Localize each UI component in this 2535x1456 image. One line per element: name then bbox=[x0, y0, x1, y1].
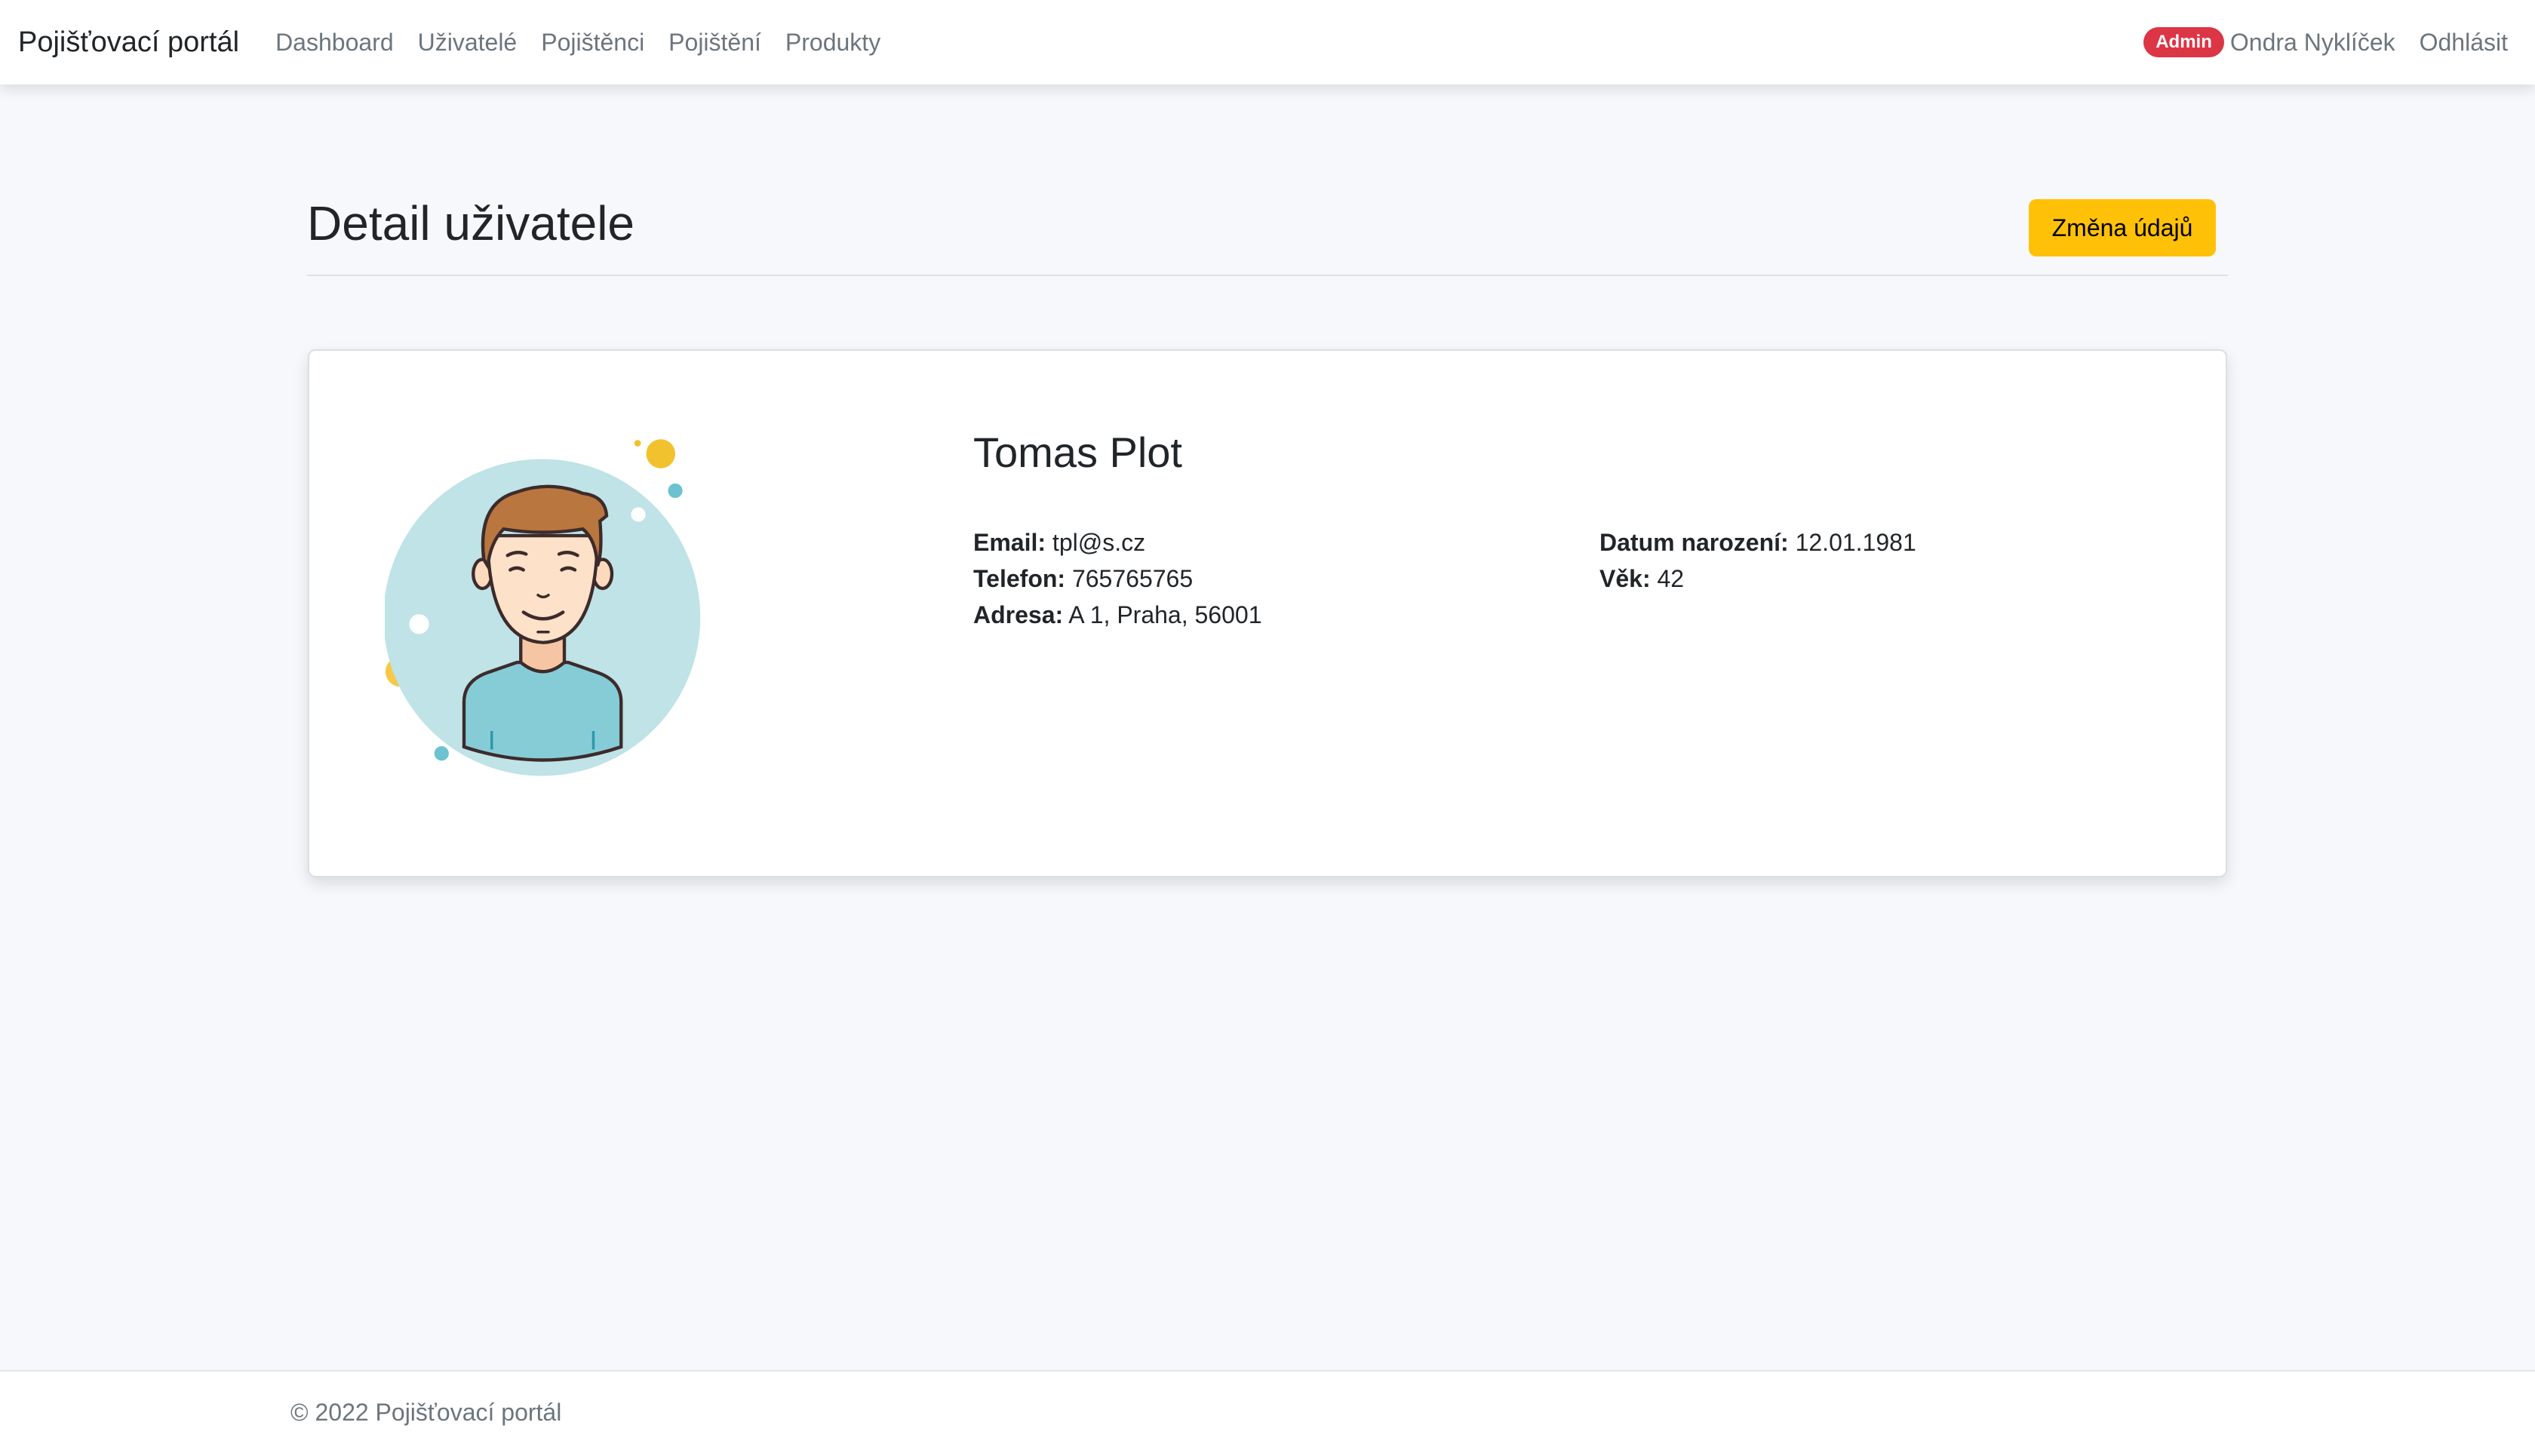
phone-value: 765765765 bbox=[1071, 565, 1194, 592]
phone-label: Telefon: bbox=[973, 565, 1066, 592]
profile-card: Tomas Plot Email: tpl@s.cz Telefon: 7657… bbox=[308, 349, 2227, 877]
personal-info: Datum narození: 12.01.1981 Věk: 42 bbox=[1599, 524, 1916, 597]
nav-insurance[interactable]: Pojištění bbox=[668, 29, 761, 57]
logout-link[interactable]: Odhlásit bbox=[2420, 29, 2508, 57]
birth-label: Datum narození: bbox=[1599, 529, 1789, 556]
age-value: 42 bbox=[1657, 565, 1685, 592]
birth-row: Datum narození: 12.01.1981 bbox=[1599, 524, 1916, 561]
email-value: tpl@s.cz bbox=[1052, 529, 1146, 556]
page-header: Detail uživatele Změna údajů bbox=[307, 193, 2228, 276]
nav-insured[interactable]: Pojištěnci bbox=[541, 29, 644, 57]
nav-dashboard[interactable]: Dashboard bbox=[275, 29, 394, 57]
nav-user-area: Admin Ondra Nyklíček Odhlásit bbox=[2143, 27, 2517, 57]
nav-users[interactable]: Uživatelé bbox=[418, 29, 518, 57]
avatar bbox=[383, 426, 702, 803]
phone-row: Telefon: 765765765 bbox=[973, 561, 1261, 597]
age-label: Věk: bbox=[1599, 565, 1651, 592]
current-user-name[interactable]: Ondra Nyklíček bbox=[2230, 29, 2395, 57]
admin-badge: Admin bbox=[2143, 27, 2224, 57]
top-navbar: Pojišťovací portál Dashboard Uživatelé P… bbox=[0, 0, 2535, 84]
brand-link[interactable]: Pojišťovací portál bbox=[18, 26, 239, 59]
user-avatar-icon bbox=[383, 439, 701, 776]
birth-value: 12.01.1981 bbox=[1795, 529, 1916, 556]
nav-links: Dashboard Uživatelé Pojištěnci Pojištění… bbox=[275, 29, 905, 57]
email-label: Email: bbox=[973, 529, 1046, 556]
address-row: Adresa: A 1, Praha, 56001 bbox=[973, 597, 1261, 633]
profile-name: Tomas Plot bbox=[973, 429, 1182, 476]
age-row: Věk: 42 bbox=[1599, 561, 1916, 597]
contact-info: Email: tpl@s.cz Telefon: 765765765 Adres… bbox=[973, 524, 1261, 633]
address-value: A 1, Praha, 56001 bbox=[1068, 601, 1262, 628]
page-footer: © 2022 Pojišťovací portál bbox=[0, 1370, 2535, 1456]
edit-details-button[interactable]: Změna údajů bbox=[2029, 199, 2216, 256]
page-title: Detail uživatele bbox=[307, 196, 635, 250]
nav-products[interactable]: Produkty bbox=[785, 29, 880, 57]
address-label: Adresa: bbox=[973, 601, 1064, 628]
copyright-text: © 2022 Pojišťovací portál bbox=[290, 1399, 562, 1426]
email-row: Email: tpl@s.cz bbox=[973, 524, 1261, 561]
